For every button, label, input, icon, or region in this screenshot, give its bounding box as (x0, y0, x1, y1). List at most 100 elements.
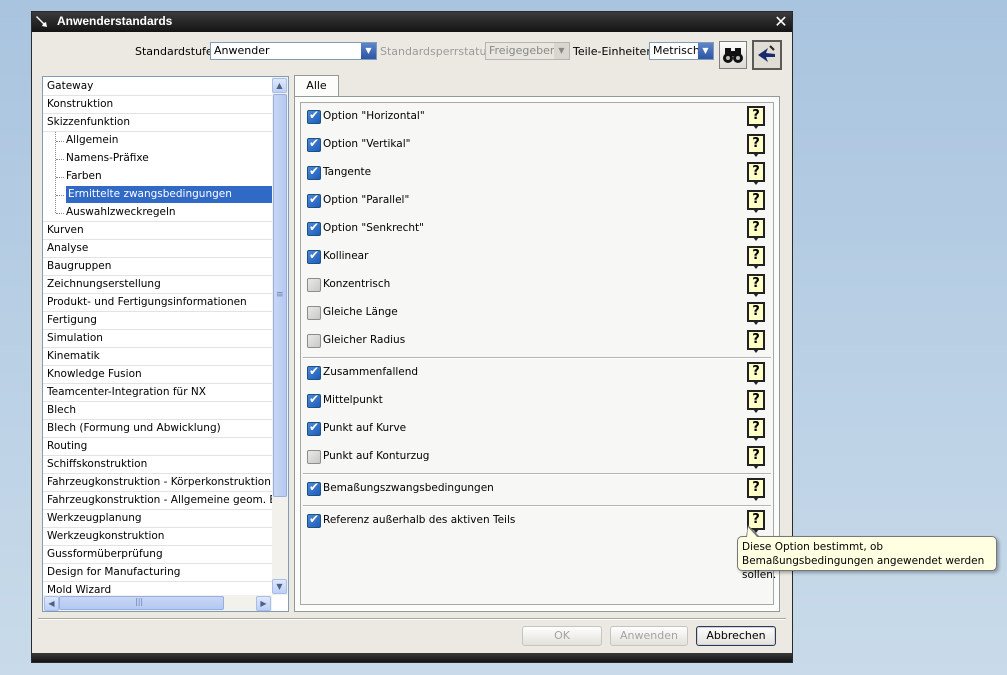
help-icon[interactable]: ? (747, 478, 765, 501)
checkbox-mittelpunkt[interactable] (307, 392, 321, 408)
tree-item-dfm[interactable]: Design for Manufacturing (43, 564, 272, 582)
option-row: Punkt auf Konturzug? (304, 443, 770, 471)
sperrstatus-label: Standardsperrstatus (380, 45, 493, 58)
einheiten-value: Metrisch (653, 44, 700, 57)
help-icon[interactable]: ? (747, 418, 765, 441)
vertical-scroll-thumb[interactable]: ≡ (273, 94, 287, 497)
tree-item-auswahlzweckregeln[interactable]: Auswahlzweckregeln (43, 204, 272, 222)
cancel-button[interactable]: Abbrechen (696, 626, 776, 646)
help-icon[interactable]: ? (747, 218, 765, 241)
tree-item-blech-formung[interactable]: Blech (Formung und Abwicklung) (43, 420, 272, 438)
checkbox-parallel[interactable] (307, 192, 321, 208)
chevron-down-icon: ▼ (554, 43, 569, 59)
help-icon[interactable]: ? (747, 106, 765, 129)
title-bar[interactable]: Anwenderstandards ✕ (32, 12, 792, 32)
tree-item-label: Gateway (47, 80, 94, 92)
tree-item-skizzenfunktion[interactable]: Skizzenfunktion (43, 114, 272, 132)
help-icon[interactable]: ? (747, 330, 765, 353)
checkbox-gleiche-laenge[interactable] (307, 306, 321, 320)
checkbox-gleicher-radius[interactable] (307, 334, 321, 348)
tree-item-label: Blech (47, 404, 77, 416)
option-label: Mittelpunkt (323, 394, 383, 406)
close-icon[interactable]: ✕ (772, 13, 790, 31)
tree-item-schiffskonstruktion[interactable]: Schiffskonstruktion (43, 456, 272, 474)
checkbox-konzentrisch[interactable] (307, 278, 321, 292)
tree-item-allgemein[interactable]: Allgemein (43, 132, 272, 150)
help-icon[interactable]: ? (747, 190, 765, 213)
tree-item-simulation[interactable]: Simulation (43, 330, 272, 348)
ok-button[interactable]: OK (522, 626, 602, 646)
pointer-button[interactable] (752, 40, 782, 70)
tree-item-gateway[interactable]: Gateway (43, 78, 272, 96)
tree-item-pmi[interactable]: Produkt- und Fertigungsinformationen (43, 294, 272, 312)
tree-item-label: Gussformüberprüfung (47, 548, 163, 560)
tab-alle[interactable]: Alle (294, 75, 339, 97)
option-label: Gleicher Radius (323, 334, 406, 346)
tree-horizontal-scrollbar[interactable]: ◀ ||| ▶ (43, 595, 272, 611)
help-icon[interactable]: ? (747, 134, 765, 157)
tree-item-label: Zeichnungserstellung (47, 278, 161, 290)
tree-item-gussform[interactable]: Gussformüberprüfung (43, 546, 272, 564)
horizontal-scroll-thumb[interactable]: ||| (59, 596, 224, 610)
tree-item-baugruppen[interactable]: Baugruppen (43, 258, 272, 276)
tree-item-werkzeugplanung[interactable]: Werkzeugplanung (43, 510, 272, 528)
chevron-down-icon[interactable]: ▼ (698, 43, 713, 59)
tree-item-zeichnungserstellung[interactable]: Zeichnungserstellung (43, 276, 272, 294)
apply-button[interactable]: Anwenden (610, 626, 688, 646)
tree-vertical-scrollbar[interactable]: ▲ ≡ ▼ (272, 77, 288, 595)
help-icon[interactable]: ? (747, 274, 765, 297)
checkbox-punkt-auf-kurve[interactable] (307, 420, 321, 436)
tree-item-teamcenter[interactable]: Teamcenter-Integration für NX (43, 384, 272, 402)
category-tree[interactable]: Gateway Konstruktion Skizzenfunktion All… (42, 76, 289, 612)
option-row: Bemaßungszwangsbedingungen? (304, 475, 770, 503)
tree-item-konstruktion[interactable]: Konstruktion (43, 96, 272, 114)
tree-item-fahrzeug-koerper[interactable]: Fahrzeugkonstruktion - Körperkonstruktio… (43, 474, 272, 492)
tree-item-kinematik[interactable]: Kinematik (43, 348, 272, 366)
find-button[interactable] (719, 41, 747, 69)
help-icon[interactable]: ? (747, 390, 765, 413)
help-icon[interactable]: ? (747, 162, 765, 185)
tree-item-label: Blech (Formung und Abwicklung) (47, 422, 221, 434)
tree-item-blech[interactable]: Blech (43, 402, 272, 420)
einheiten-select[interactable]: Metrisch ▼ (649, 42, 714, 60)
scroll-down-icon[interactable]: ▼ (272, 579, 287, 594)
tree-item-namens-praefixe[interactable]: Namens-Präfixe (43, 150, 272, 168)
tree-item-werkzeugkonstruktion[interactable]: Werkzeugkonstruktion (43, 528, 272, 546)
checkbox-vertikal[interactable] (307, 136, 321, 152)
checkbox-tangente[interactable] (307, 164, 321, 180)
checkbox-referenz-ausserhalb[interactable] (307, 512, 321, 528)
help-icon[interactable]: ? (747, 446, 765, 469)
tree-item-fertigung[interactable]: Fertigung (43, 312, 272, 330)
tree-item-farben[interactable]: Farben (43, 168, 272, 186)
tree-item-routing[interactable]: Routing (43, 438, 272, 456)
tree-item-label: Konstruktion (47, 98, 114, 110)
footer-divider (38, 618, 786, 620)
tree-item-label: Fertigung (47, 314, 97, 326)
scroll-right-icon[interactable]: ▶ (256, 596, 271, 611)
standardstufe-value: Anwender (214, 44, 270, 57)
tree-item-fahrzeug-allgemein[interactable]: Fahrzeugkonstruktion - Allgemeine geom. … (43, 492, 272, 510)
help-icon[interactable]: ? (747, 302, 765, 325)
tree-item-label: Werkzeugplanung (47, 512, 142, 524)
checkbox-bemassungszwangsbedingungen[interactable] (307, 480, 321, 496)
tree-item-kurven[interactable]: Kurven (43, 222, 272, 240)
tree-item-label: Teamcenter-Integration für NX (47, 386, 206, 398)
checkbox-punkt-auf-konturzug[interactable] (307, 450, 321, 464)
scroll-left-icon[interactable]: ◀ (44, 596, 59, 611)
option-row: Referenz außerhalb des aktiven Teils? (304, 507, 770, 535)
option-label: Zusammenfallend (323, 366, 419, 378)
checkbox-zusammenfallend[interactable] (307, 364, 321, 380)
help-icon[interactable]: ? (747, 362, 765, 385)
tree-item-ermittelte-zwangsbedingungen[interactable]: Ermittelte zwangsbedingungen (43, 186, 272, 204)
chevron-down-icon[interactable]: ▼ (361, 43, 376, 59)
option-row: Punkt auf Kurve? (304, 415, 770, 443)
tree-item-knowledge-fusion[interactable]: Knowledge Fusion (43, 366, 272, 384)
standardstufe-select[interactable]: Anwender ▼ (210, 42, 377, 60)
checkbox-horizontal[interactable] (307, 108, 321, 124)
grip-icon: ≡ (276, 290, 284, 300)
checkbox-kollinear[interactable] (307, 248, 321, 264)
checkbox-senkrecht[interactable] (307, 220, 321, 236)
help-icon[interactable]: ? (747, 246, 765, 269)
tree-item-analyse[interactable]: Analyse (43, 240, 272, 258)
scroll-up-icon[interactable]: ▲ (272, 78, 287, 93)
